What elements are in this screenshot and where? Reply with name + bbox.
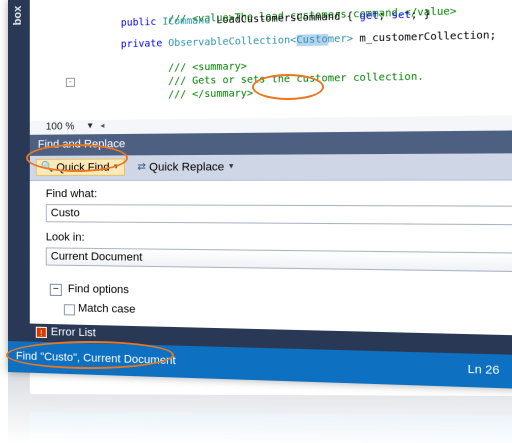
reflection-tab-strip: [29, 394, 512, 416]
replace-icon: ⇄: [137, 161, 146, 173]
visual-studio-window: box - /// <value>The load customers comm…: [8, 0, 512, 390]
toolbox-label: box: [11, 5, 24, 26]
find-options-toggle[interactable]: −: [49, 283, 62, 297]
code-text: ;: [378, 9, 392, 22]
quick-replace-button[interactable]: ⇄ Quick Replace ▼: [133, 158, 239, 176]
collapse-marker[interactable]: -: [65, 77, 75, 88]
code-keyword: get: [359, 10, 379, 23]
find-toolbar: 🔍 Quick Find ▼ ⇄ Quick Replace ▼: [29, 153, 512, 181]
reflection-toolbox-strip: [8, 372, 30, 443]
code-text: ; }: [410, 8, 431, 22]
status-message: Find "Custo", Current Document: [15, 350, 176, 368]
find-panel-title: Find and Replace: [37, 138, 126, 151]
match-case-label[interactable]: Match case: [78, 302, 136, 315]
code-type: mer>: [327, 33, 354, 46]
error-list-icon: !: [35, 326, 47, 338]
look-in-select[interactable]: Current Document: [45, 247, 512, 273]
find-what-input[interactable]: Custo: [45, 204, 512, 226]
code-line: /// </summary>: [121, 76, 253, 112]
quick-find-button[interactable]: 🔍 Quick Find ▼: [35, 158, 125, 176]
quick-find-label: Quick Find: [56, 161, 110, 174]
search-match-highlight: Custo: [296, 33, 328, 47]
code-type: ICommand: [162, 15, 211, 28]
screenshot-stage: box - /// <value>The load customers comm…: [0, 0, 512, 443]
zoom-level[interactable]: 100 %: [46, 121, 75, 132]
code-keyword: private: [120, 38, 163, 51]
error-list-label: Error List: [50, 326, 96, 340]
find-panel-titlebar[interactable]: Find and Replace: [29, 130, 512, 156]
match-case-checkbox[interactable]: [63, 304, 75, 316]
find-and-replace-panel: Find and Replace 🔍 Quick Find ▼ ⇄ Quick …: [29, 130, 512, 336]
code-keyword: set: [391, 9, 411, 22]
binoculars-icon: 🔍: [40, 161, 54, 173]
reflection-status-bar: [8, 412, 512, 443]
window-reflection: [8, 372, 512, 443]
code-text: m_customerCollection;: [353, 29, 497, 45]
editor-gutter: [29, 0, 54, 120]
error-list-tab[interactable]: ! Error List: [35, 326, 96, 340]
chevron-down-icon: ▼: [227, 163, 235, 171]
find-options-label[interactable]: Find options: [68, 283, 129, 296]
code-keyword: public: [120, 16, 157, 29]
zoom-dropdown-icon[interactable]: ▼: [86, 121, 94, 130]
code-comment: /// </summary>: [168, 87, 254, 101]
look-in-label: Look in:: [45, 231, 85, 244]
code-type: ObservableCollection<: [168, 34, 297, 50]
chevron-down-icon: ▼: [112, 163, 120, 171]
code-editor[interactable]: - /// <value>The load customers command.…: [29, 0, 512, 136]
quick-replace-label: Quick Replace: [149, 160, 225, 174]
find-what-label: Find what:: [45, 188, 98, 201]
scroll-left-icon[interactable]: ◂: [100, 121, 104, 130]
toolbox-strip[interactable]: box: [8, 0, 30, 373]
